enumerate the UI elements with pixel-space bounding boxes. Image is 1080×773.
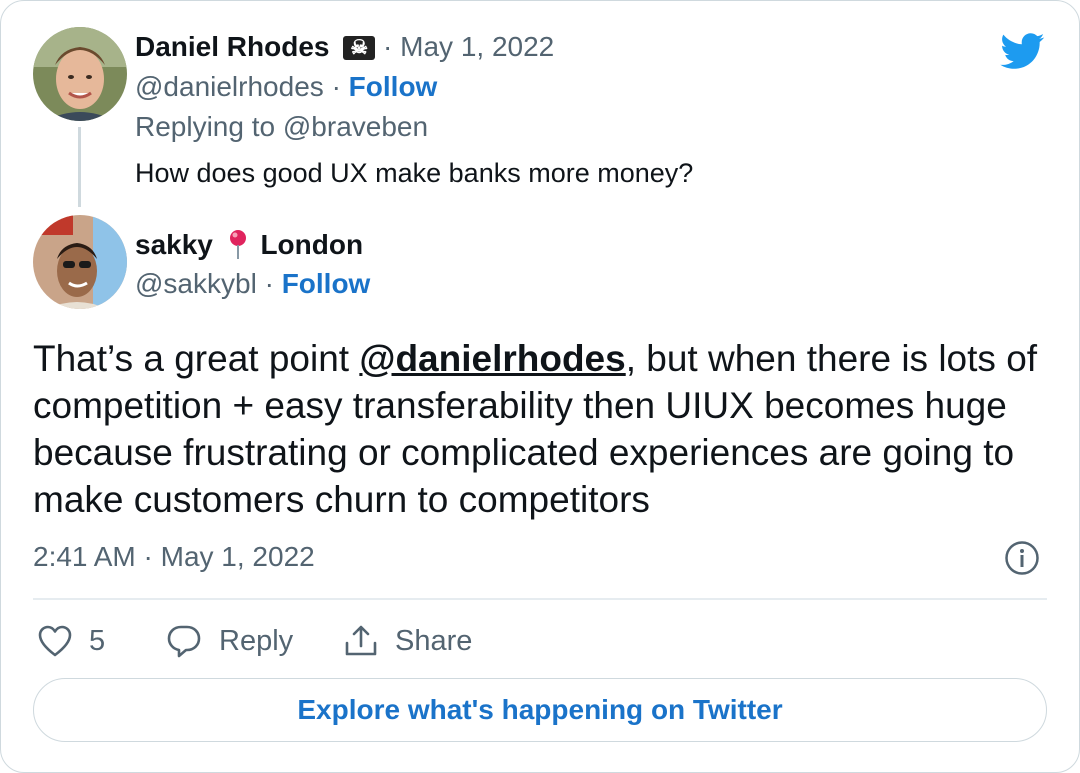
tweet-timestamp[interactable]: 2:41 AM · May 1, 2022 [33,541,315,573]
parent-follow-button[interactable]: Follow [349,71,438,102]
share-icon [345,625,377,656]
like-action[interactable]: 5 [37,619,105,663]
reply-action[interactable]: Reply [165,619,293,663]
heart-icon [38,625,72,657]
reply-tweet-text: That’s a great point @danielrhodes, but … [33,335,1053,523]
round-pushpin-icon [229,230,246,259]
reply-author-handle[interactable]: @sakkybl [135,268,257,299]
reply-handle-row: @sakkybl · Follow [135,268,370,300]
parent-author-handle[interactable]: @danielrhodes [135,71,324,102]
twitter-bird-icon[interactable] [999,29,1047,73]
share-action[interactable]: Share [343,619,472,663]
reply-follow-button[interactable]: Follow [282,268,371,299]
parent-author-avatar[interactable] [33,27,127,121]
dot-separator: · [383,31,401,62]
like-count: 5 [89,624,106,657]
info-icon[interactable] [1004,540,1040,576]
replying-to-prefix: Replying to [135,111,276,142]
reply-author-name[interactable]: sakky [135,229,213,260]
pirate-flag-emoji: ☠ [343,36,376,60]
mention-link[interactable]: @danielrhodes [359,338,625,379]
replying-to-handle[interactable]: @braveben [283,111,428,142]
replying-to-line: Replying to @braveben [135,111,428,143]
parent-author-name[interactable]: Daniel Rhodes [135,31,329,62]
parent-tweet-text: How does good UX make banks more money? [135,158,694,188]
tweet-text-part-1: That’s a great point [33,338,360,379]
reply-label: Reply [219,624,294,657]
share-label: Share [395,624,473,657]
dot-separator: · [264,268,282,299]
parent-tweet-date[interactable]: May 1, 2022 [400,31,554,62]
dot-separator: · [331,71,349,102]
divider [33,598,1047,600]
explore-twitter-button[interactable]: Explore what's happening on Twitter [33,678,1047,742]
embedded-tweet-card: Daniel Rhodes ☠ · May 1, 2022 @danielrho… [0,0,1080,773]
reply-bubble-icon [167,625,201,658]
reply-author-avatar[interactable] [33,215,127,309]
parent-author-header: Daniel Rhodes ☠ · May 1, 2022 [135,31,554,63]
thread-connector-line [78,127,81,207]
parent-handle-row: @danielrhodes · Follow [135,71,437,103]
reply-author-location: London [260,229,364,260]
reply-author-header: sakky London [135,228,363,261]
